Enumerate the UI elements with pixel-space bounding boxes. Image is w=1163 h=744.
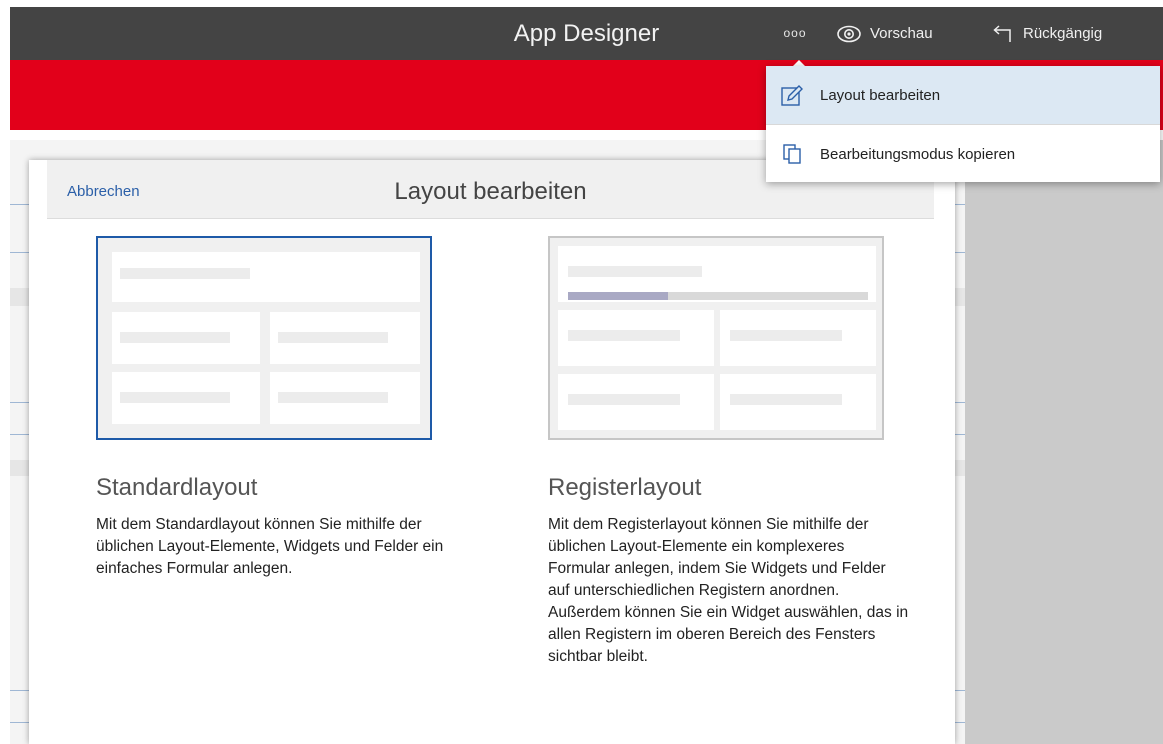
edit-layout-icon (781, 85, 803, 106)
undo-button[interactable]: Rückgängig (991, 7, 1141, 60)
register-layout-option[interactable]: Registerlayout Mit dem Registerlayout kö… (548, 236, 908, 668)
standard-layout-option[interactable]: Standardlayout Mit dem Standardlayout kö… (96, 236, 443, 580)
standard-layout-title: Standardlayout (96, 474, 258, 501)
app-header: App Designer ooo Vorschau Rückgängig (10, 7, 1163, 60)
standard-layout-thumbnail[interactable] (96, 236, 432, 440)
edit-layout-dialog: Layout bearbeiten Abbrechen Standardlayo… (29, 160, 955, 744)
register-layout-description: Mit dem Registerlayout können Sie mithil… (548, 516, 909, 665)
thumb-active-tab (568, 292, 668, 300)
eye-icon (837, 25, 861, 42)
thumb-block (112, 312, 260, 364)
thumb-block (558, 310, 714, 366)
thumb-block (720, 374, 876, 430)
side-panel-background (965, 140, 1163, 744)
more-options-button[interactable]: ooo (775, 7, 815, 60)
register-layout-thumbnail[interactable] (548, 236, 884, 440)
more-options-menu: Layout bearbeiten Bearbeitungsmodus kopi… (766, 66, 1160, 182)
thumb-block (558, 374, 714, 430)
undo-arrow-icon (993, 24, 1011, 42)
preview-label: Vorschau (870, 25, 933, 42)
menu-item-edit-layout[interactable]: Layout bearbeiten (766, 66, 1160, 124)
register-layout-title: Registerlayout (548, 474, 702, 501)
menu-item-label: Bearbeitungsmodus kopieren (820, 145, 1016, 163)
thumb-block (720, 310, 876, 366)
copy-icon (783, 144, 801, 164)
menu-item-copy-edit-mode[interactable]: Bearbeitungsmodus kopieren (766, 124, 1160, 183)
standard-layout-description: Mit dem Standardlayout können Sie mithil… (96, 516, 444, 577)
thumb-block (270, 372, 420, 424)
menu-item-label: Layout bearbeiten (820, 86, 941, 104)
thumb-block (270, 312, 420, 364)
cancel-button[interactable]: Abbrechen (67, 160, 140, 218)
preview-button[interactable]: Vorschau (836, 7, 956, 60)
thumb-block (112, 372, 260, 424)
thumb-block (112, 252, 420, 302)
undo-label: Rückgängig (1023, 25, 1103, 42)
